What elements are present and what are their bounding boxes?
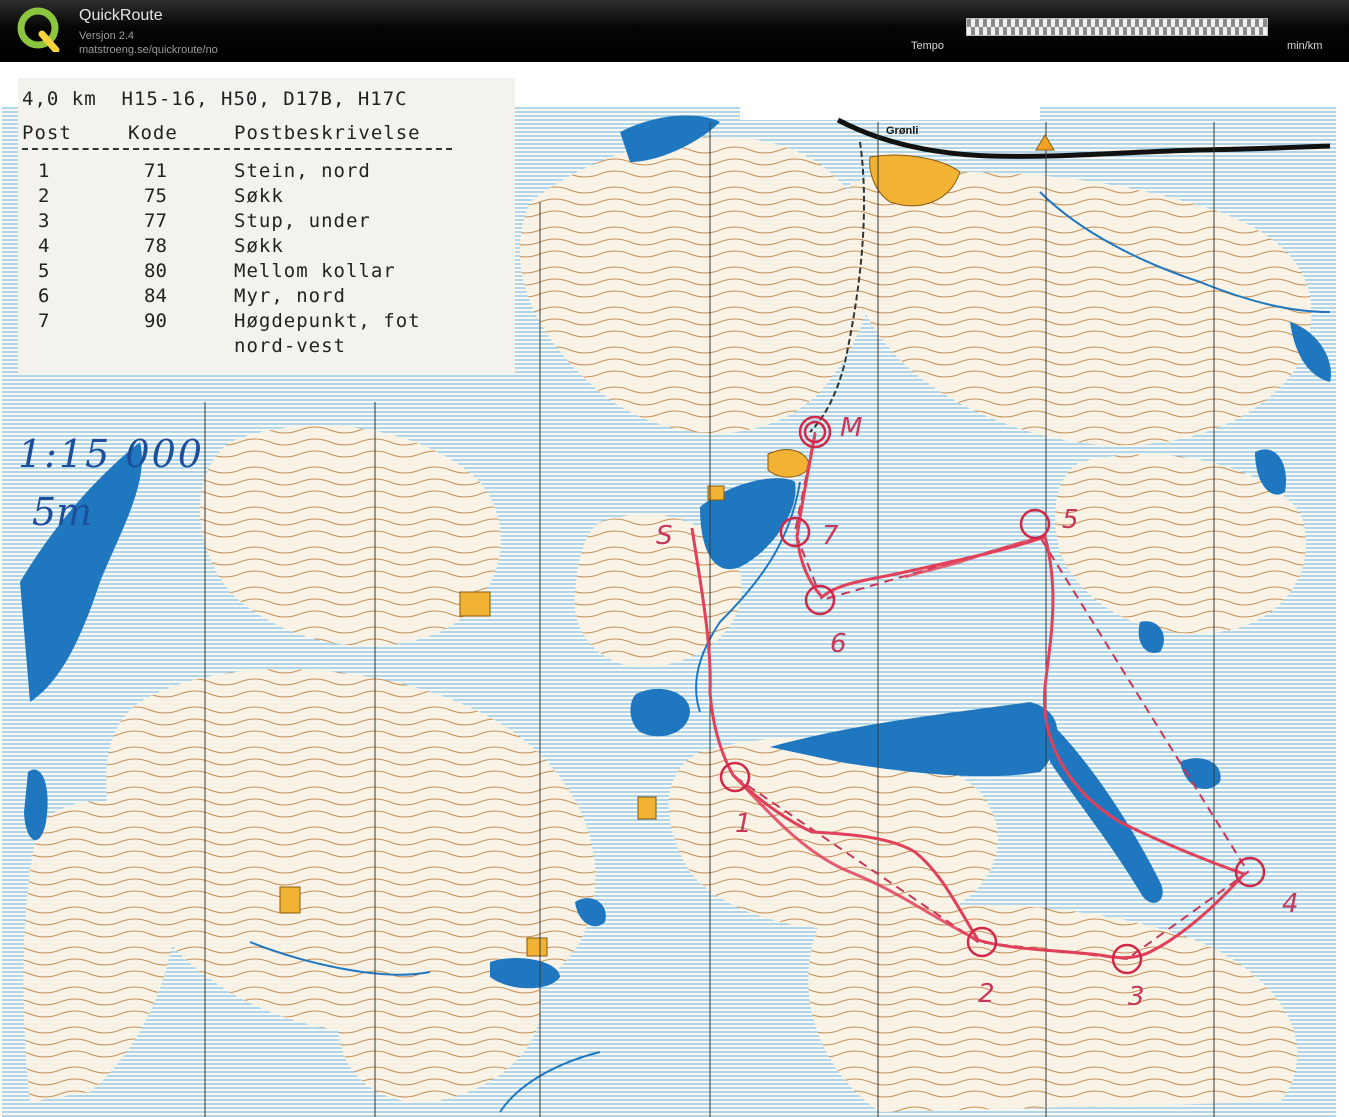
control-post: 1 bbox=[38, 160, 50, 182]
pace-legend-unit: min/km bbox=[1287, 40, 1323, 52]
control-code: 78 bbox=[144, 235, 167, 257]
control-row: 3 77 Stup, under bbox=[18, 210, 508, 235]
control-row: nord-vest bbox=[18, 335, 508, 360]
contour-interval-note: 5m bbox=[32, 490, 93, 534]
control-code: 80 bbox=[144, 260, 167, 282]
control-code: 77 bbox=[144, 210, 167, 232]
control-code: 75 bbox=[144, 185, 167, 207]
control-row: 2 75 Søkk bbox=[18, 185, 508, 210]
control-post: 2 bbox=[38, 185, 50, 207]
app-header: QuickRoute Versjon 2.4 matstroeng.se/qui… bbox=[0, 0, 1349, 62]
control-row: 5 80 Mellom kollar bbox=[18, 260, 508, 285]
control-description: Stup, under bbox=[234, 210, 371, 232]
control-code: 71 bbox=[144, 160, 167, 182]
app-url: matstroeng.se/quickroute/no bbox=[79, 44, 218, 56]
control-number-4: 4 bbox=[1282, 889, 1299, 919]
control-description: Høgdepunkt, fot bbox=[234, 310, 421, 332]
place-name: Grønli bbox=[886, 125, 918, 137]
scale-note: 1:15 000 bbox=[18, 432, 204, 476]
finish-mark: M bbox=[840, 413, 862, 443]
control-description: nord-vest bbox=[234, 335, 346, 357]
control-description: Stein, nord bbox=[234, 160, 371, 182]
control-description: Myr, nord bbox=[234, 285, 346, 307]
app-name: QuickRoute bbox=[79, 7, 163, 24]
header-divider bbox=[22, 148, 452, 150]
map-right-margin bbox=[1336, 107, 1349, 1117]
column-header-code: Kode bbox=[128, 122, 178, 144]
control-number-7: 7 bbox=[822, 521, 839, 551]
pace-color-scale bbox=[966, 18, 1268, 36]
control-number-6: 6 bbox=[830, 629, 847, 659]
control-number-1: 1 bbox=[735, 809, 752, 839]
control-post: 4 bbox=[38, 235, 50, 257]
control-description: Søkk bbox=[234, 235, 284, 257]
control-row: 6 84 Myr, nord bbox=[18, 285, 508, 310]
control-row: 7 90 Høgdepunkt, fot bbox=[18, 310, 508, 335]
column-header-post: Post bbox=[22, 122, 72, 144]
control-post: 3 bbox=[38, 210, 50, 232]
column-header-description: Postbeskrivelse bbox=[234, 122, 421, 144]
control-description: Søkk bbox=[234, 185, 284, 207]
control-number-2: 2 bbox=[978, 979, 995, 1009]
control-post: 7 bbox=[38, 310, 50, 332]
control-description: Mellom kollar bbox=[234, 260, 396, 282]
course-description-card: 4,0 km H15-16, H50, D17B, H17C Post Kode… bbox=[18, 78, 515, 374]
control-code: 84 bbox=[144, 285, 167, 307]
control-number-3: 3 bbox=[1128, 982, 1145, 1012]
start-mark: S bbox=[656, 521, 673, 551]
control-post: 5 bbox=[38, 260, 50, 282]
control-code: 90 bbox=[144, 310, 167, 332]
course-header: 4,0 km H15-16, H50, D17B, H17C bbox=[22, 88, 408, 110]
control-post: 6 bbox=[38, 285, 50, 307]
app-version: Versjon 2.4 bbox=[79, 30, 135, 42]
control-number-5: 5 bbox=[1062, 505, 1079, 535]
map-blank-strip bbox=[740, 62, 1040, 120]
pace-legend-label: Tempo bbox=[911, 40, 945, 52]
control-row: 1 71 Stein, nord bbox=[18, 160, 508, 185]
quickroute-logo-icon bbox=[17, 7, 60, 52]
map-view[interactable]: Grønli 1 2 3 4 5 6 7 M S 4,0 km H15-16, … bbox=[0, 62, 1349, 1117]
control-row: 4 78 Søkk bbox=[18, 235, 508, 260]
